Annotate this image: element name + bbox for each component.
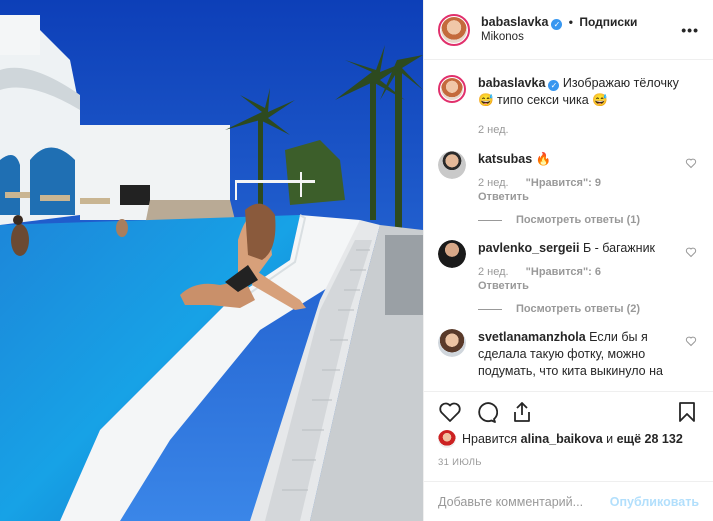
comment-username[interactable]: svetlanamanzhola [478, 330, 586, 344]
verified-badge-icon: ✓ [548, 80, 560, 91]
caption-avatar[interactable] [438, 75, 466, 103]
reply-button[interactable]: Ответить [478, 279, 681, 293]
comment-body: pavlenko_sergeii Б - багажник 2 нед. "Нр… [478, 240, 699, 293]
comment-text: 🔥 [535, 152, 552, 166]
comment-bubble-icon[interactable] [474, 400, 499, 424]
comment-item: svetlanamanzhola Если бы я сделала такую… [438, 329, 699, 380]
likes-count[interactable]: ещё 28 132 [617, 432, 683, 446]
caption-username[interactable]: babaslavka [478, 76, 545, 90]
reply-button[interactable]: Ответить [478, 190, 681, 204]
comment-time[interactable]: 2 нед. [478, 177, 509, 189]
replies-line [478, 308, 502, 310]
author-avatar[interactable] [438, 13, 470, 46]
comment-text: Б - багажник [582, 241, 656, 255]
liker-avatar[interactable] [438, 430, 456, 448]
post-side-panel: babaslavka ✓ • Подписки Mikonos ••• babas… [423, 0, 713, 521]
caption-time[interactable]: 2 нед. [478, 124, 509, 136]
share-icon[interactable] [510, 400, 534, 424]
post-photo[interactable] [0, 0, 423, 521]
view-replies-button[interactable]: Посмотреть ответы (1) [478, 214, 699, 226]
comment-item: katsubas 🔥 2 нед. "Нравится": 9 Ответить [438, 151, 699, 204]
commenter-avatar[interactable] [438, 329, 466, 357]
pool-photo-image [0, 0, 423, 521]
verified-badge-icon: ✓ [551, 18, 563, 30]
commenter-avatar[interactable] [438, 240, 466, 268]
following-button[interactable]: Подписки [579, 15, 637, 29]
like-comment-heart-icon[interactable] [685, 335, 697, 347]
more-dots-icon[interactable]: ••• [681, 22, 699, 38]
post-header: babaslavka ✓ • Подписки Mikonos ••• [424, 0, 713, 60]
instagram-post: babaslavka ✓ • Подписки Mikonos ••• babas… [0, 0, 713, 521]
replies-line [478, 219, 502, 221]
view-replies-button[interactable]: Посмотреть ответы (2) [478, 303, 699, 315]
like-heart-icon[interactable] [438, 400, 462, 424]
comment-input[interactable] [438, 494, 610, 509]
comment-body: katsubas 🔥 2 нед. "Нравится": 9 Ответить [478, 151, 699, 204]
comment-likes[interactable]: "Нравится": 6 [526, 266, 601, 278]
comment-meta: 2 нед. "Нравится": 6 [478, 265, 681, 279]
comment-username[interactable]: pavlenko_sergeii [478, 241, 579, 255]
caption: babaslavka ✓ Изображаю тёлочку 😅 типо сек… [438, 75, 699, 137]
likes-prefix: Нравится [462, 432, 518, 446]
view-replies-label: Посмотреть ответы (2) [516, 303, 641, 315]
comment-body: svetlanamanzhola Если бы я сделала такую… [478, 329, 699, 380]
header-separator: • [568, 14, 573, 29]
post-date[interactable]: 31 ИЮЛЬ [438, 457, 482, 468]
bookmark-icon[interactable] [675, 400, 699, 424]
like-comment-heart-icon[interactable] [685, 157, 697, 169]
liker-username[interactable]: alina_baikova [521, 432, 603, 446]
likes-summary: Нравится alina_baikova и ещё 28 132 [438, 430, 699, 448]
comment-item: pavlenko_sergeii Б - багажник 2 нед. "Нр… [438, 240, 699, 293]
comment-username[interactable]: katsubas [478, 152, 532, 166]
comment-likes[interactable]: "Нравится": 9 [526, 177, 601, 189]
comments-list[interactable]: babaslavka ✓ Изображаю тёлочку 😅 типо сек… [424, 61, 713, 390]
add-comment-bar: Опубликовать [424, 481, 713, 521]
publish-button[interactable]: Опубликовать [610, 495, 699, 509]
view-replies-label: Посмотреть ответы (1) [516, 214, 641, 226]
comment-meta: 2 нед. "Нравится": 9 [478, 176, 681, 190]
like-comment-heart-icon[interactable] [685, 246, 697, 258]
likes-middle: и [606, 432, 614, 446]
caption-body: babaslavka ✓ Изображаю тёлочку 😅 типо сек… [478, 75, 699, 137]
commenter-avatar[interactable] [438, 151, 466, 179]
location-link[interactable]: Mikonos [481, 30, 681, 45]
action-bar [424, 391, 713, 431]
caption-meta: 2 нед. [478, 123, 681, 137]
author-username[interactable]: babaslavka [481, 15, 548, 29]
comment-time[interactable]: 2 нед. [478, 266, 509, 278]
header-text: babaslavka ✓ • Подписки Mikonos [481, 15, 681, 45]
